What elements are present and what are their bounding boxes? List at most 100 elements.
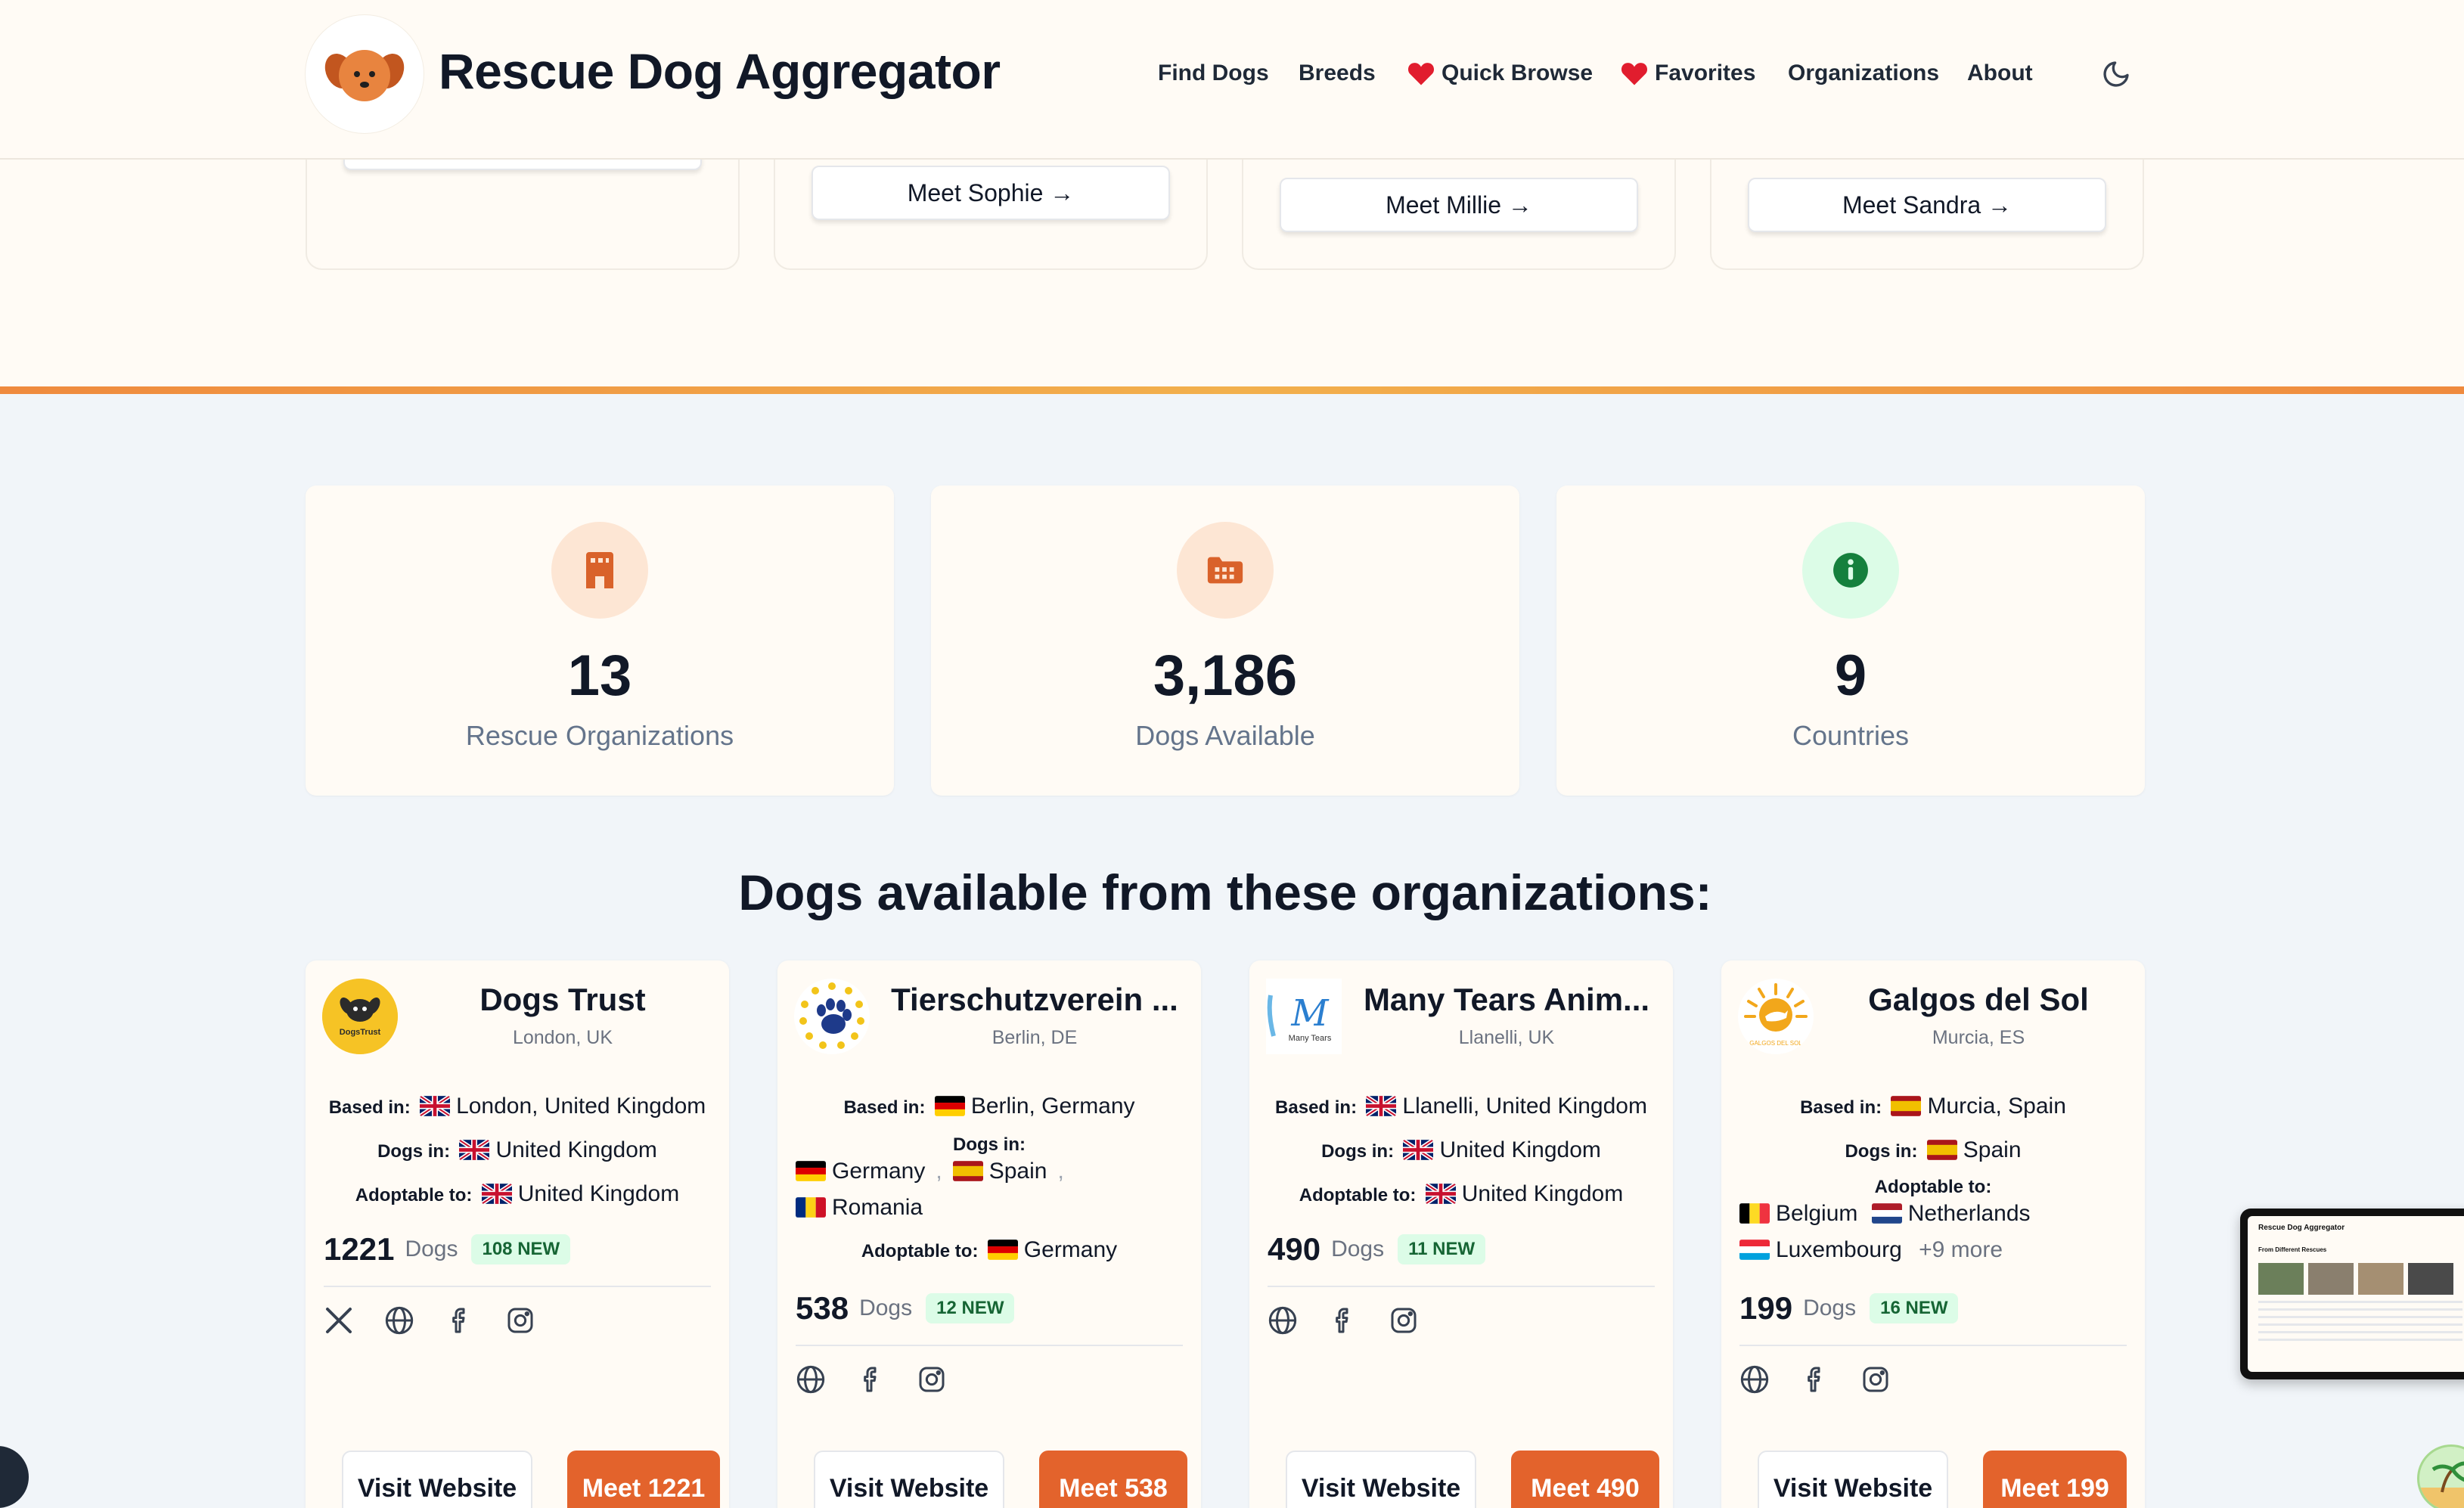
adoptable-to-label: Adoptable to: (355, 1185, 473, 1205)
country-germany: Germany (832, 1159, 926, 1184)
uk-flag-icon (1403, 1140, 1434, 1160)
uk-flag-icon (1425, 1184, 1456, 1204)
based-in-value: Berlin, Germany (970, 1094, 1135, 1119)
new-badge: 12 NEW (926, 1293, 1015, 1323)
thumbnail-screen: Rescue Dog Aggregator From Different Res… (2248, 1216, 2464, 1372)
spain-flag-icon (1926, 1140, 1957, 1160)
facebook-icon[interactable] (856, 1364, 886, 1395)
dogs-in-label: Dogs in: (377, 1141, 451, 1162)
nav-label: About (1967, 61, 2033, 85)
nav-favorites[interactable]: Favorites (1620, 61, 1755, 86)
thumbnail-subtitle: From Different Rescues (2258, 1246, 2327, 1253)
country-belgium: Belgium (1776, 1201, 1858, 1226)
dev-tools-badge[interactable] (0, 1446, 29, 1508)
country-netherlands: Netherlands (1907, 1201, 2031, 1226)
stat-value: 3,186 (1153, 644, 1298, 708)
heart-icon (1621, 63, 1648, 85)
stat-card-dogs: 3,186 Dogs Available (931, 486, 1519, 796)
stat-label: Countries (1792, 720, 1910, 751)
nav-find-dogs[interactable]: Find Dogs (1158, 61, 1269, 86)
globe-icon[interactable] (384, 1305, 414, 1336)
dog-count-number: 199 (1739, 1290, 1793, 1326)
facebook-icon[interactable] (1800, 1364, 1830, 1395)
org-card-dogs-trust[interactable]: DogsTrust Dogs Trust London, UK Based in… (306, 960, 729, 1508)
visit-website-button[interactable]: Visit Website (342, 1451, 532, 1508)
dog-logo-icon (324, 50, 405, 101)
separator: , (936, 1159, 942, 1184)
org-name: Many Tears Anim... (1363, 982, 1650, 1017)
based-in: Based in: Llanelli, United Kingdom (1249, 1094, 1673, 1119)
nav-organizations[interactable]: Organizations (1788, 61, 1939, 86)
beach-avatar-icon[interactable] (2417, 1444, 2464, 1508)
org-logo: M Many Tears (1266, 979, 1342, 1054)
org-card-tierschutzverein[interactable]: Tierschutzverein ... Berlin, DE Based in… (777, 960, 1201, 1508)
brand-title[interactable]: Rescue Dog Aggregator (439, 42, 1001, 100)
dog-count: 1221 Dogs 108 NEW (324, 1231, 571, 1268)
adoptable-to-value: United Kingdom (1461, 1181, 1624, 1206)
org-location: Llanelli, UK (1458, 1027, 1555, 1048)
meet-dogs-button[interactable]: Meet 490 (1511, 1451, 1659, 1508)
uk-flag-icon (420, 1096, 451, 1116)
meet-dogs-button[interactable]: Meet 538 (1039, 1451, 1187, 1508)
spain-flag-icon (1891, 1096, 1922, 1116)
country-luxembourg: Luxembourg (1776, 1237, 1902, 1262)
meet-millie-button[interactable]: Meet Millie → (1280, 178, 1638, 232)
based-in-label: Based in: (843, 1097, 926, 1118)
org-logo: DogsTrust (322, 979, 398, 1054)
instagram-icon[interactable] (917, 1364, 947, 1395)
nav-quick-browse[interactable]: Quick Browse (1407, 61, 1593, 86)
romania-flag-icon (796, 1197, 826, 1218)
social-links (796, 1364, 947, 1395)
country-romania: Romania (832, 1195, 923, 1220)
instagram-icon[interactable] (1860, 1364, 1891, 1395)
nav-breeds[interactable]: Breeds (1299, 61, 1376, 86)
stat-value: 9 (1834, 644, 1867, 708)
nav-about[interactable]: About (1967, 61, 2033, 86)
moon-icon[interactable] (2101, 59, 2131, 89)
belgium-flag-icon (1739, 1203, 1770, 1224)
globe-icon[interactable] (1739, 1364, 1770, 1395)
meet-sandra-button[interactable]: Meet Sandra → (1748, 178, 2106, 232)
heart-icon (1407, 63, 1435, 85)
section-title: Dogs available from these organizations: (738, 864, 1712, 920)
instagram-icon[interactable] (505, 1305, 535, 1336)
dog-card (306, 152, 740, 270)
svg-text:M: M (1290, 992, 1330, 1035)
org-card-many-tears[interactable]: M Many Tears Many Tears Anim... Llanelli… (1249, 960, 1673, 1508)
dogs-in-value: Spain (1963, 1137, 2022, 1162)
facebook-icon[interactable] (445, 1305, 475, 1336)
dogs-in-label: Dogs in: (953, 1134, 1026, 1155)
meet-dogs-button[interactable]: Meet 1221 (567, 1451, 720, 1508)
screenshot-thumbnail[interactable]: Rescue Dog Aggregator From Different Res… (2240, 1209, 2464, 1379)
globe-icon[interactable] (796, 1364, 826, 1395)
more-countries-link[interactable]: +9 more (1919, 1237, 2003, 1262)
org-location: Murcia, ES (1932, 1027, 2025, 1048)
new-badge: 16 NEW (1870, 1293, 1959, 1323)
adoptable-to-list: Belgium Netherlands (1739, 1201, 2031, 1227)
meet-dogs-button[interactable]: Meet 199 (1983, 1451, 2127, 1508)
dog-count: 538 Dogs 12 NEW (796, 1290, 1015, 1326)
meet-sophie-button[interactable]: Meet Sophie → (812, 166, 1170, 220)
social-links (324, 1305, 535, 1336)
org-logo: GALGOS DEL SOL (1738, 979, 1814, 1054)
dog-count-number: 490 (1268, 1231, 1321, 1267)
visit-website-button[interactable]: Visit Website (1758, 1451, 1948, 1508)
org-name: Tierschutzverein ... (891, 982, 1178, 1017)
netherlands-flag-icon (1871, 1203, 1902, 1224)
facebook-icon[interactable] (1328, 1305, 1358, 1336)
dog-count-number: 538 (796, 1290, 849, 1326)
nav-label: Favorites (1655, 61, 1756, 85)
logo-link[interactable] (306, 15, 424, 133)
dog-card: Meet Sophie → (774, 160, 1208, 270)
globe-icon[interactable] (1268, 1305, 1298, 1336)
thumbnail-dog-photo (2358, 1263, 2403, 1295)
x-twitter-icon[interactable] (324, 1305, 354, 1336)
visit-website-button[interactable]: Visit Website (814, 1451, 1004, 1508)
org-card-galgos-del-sol[interactable]: GALGOS DEL SOL Galgos del Sol Murcia, ES… (1721, 960, 2145, 1508)
org-logo-text: Many Tears (1289, 1034, 1332, 1043)
stat-label: Dogs Available (1135, 720, 1315, 751)
info-icon (1802, 522, 1899, 619)
instagram-icon[interactable] (1389, 1305, 1419, 1336)
nav-label: Find Dogs (1158, 61, 1269, 85)
visit-website-button[interactable]: Visit Website (1286, 1451, 1476, 1508)
